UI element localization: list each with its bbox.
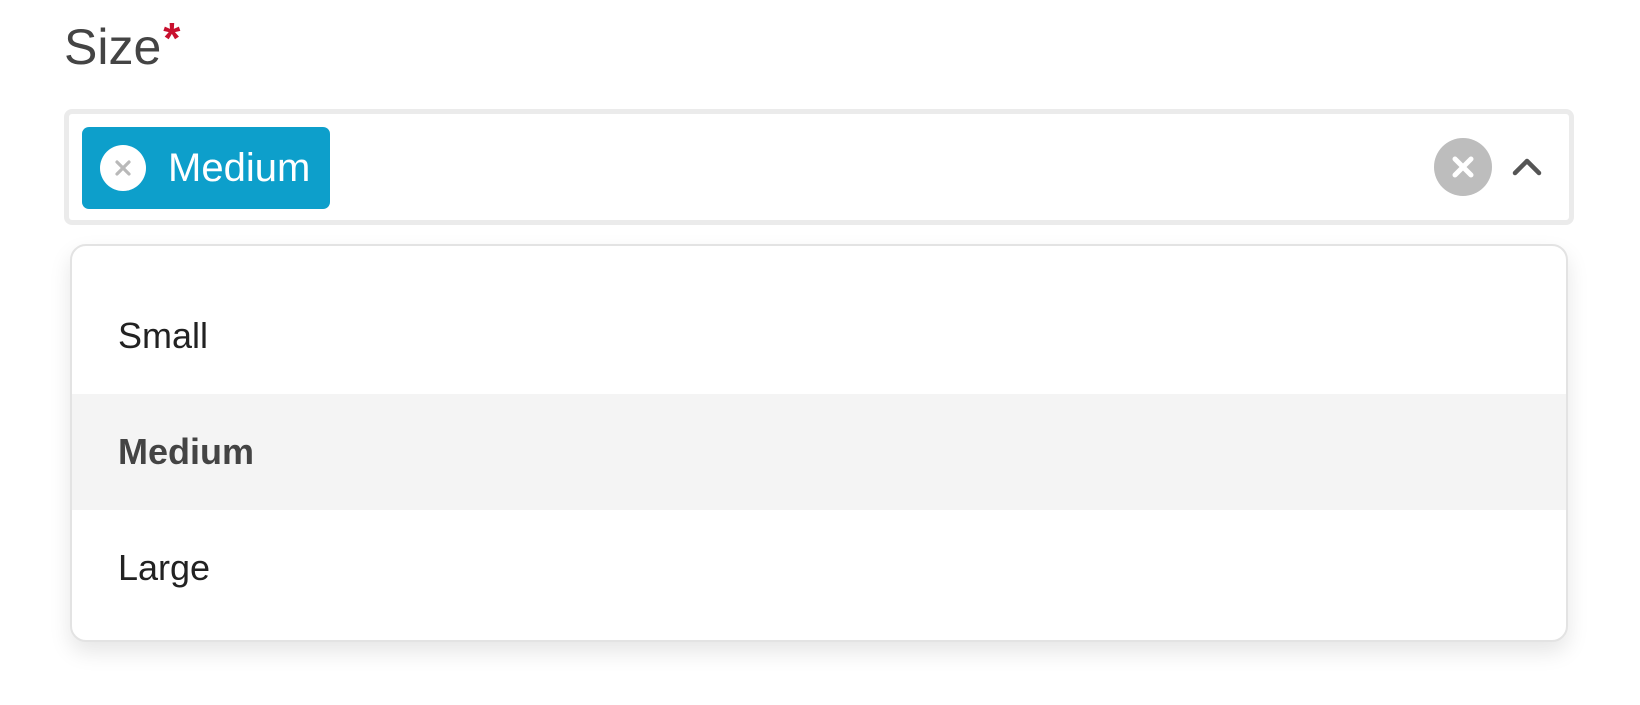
size-multiselect[interactable]: Medium xyxy=(64,109,1574,225)
required-marker: * xyxy=(163,14,181,63)
close-circle-icon[interactable] xyxy=(1434,138,1492,196)
chip-label: Medium xyxy=(168,145,311,190)
field-label: Size * xyxy=(64,14,1574,78)
chevron-up-icon[interactable] xyxy=(1509,150,1545,184)
size-field: Size * Medium xyxy=(64,14,1574,225)
option-large[interactable]: Large xyxy=(72,510,1566,626)
option-small[interactable]: Small xyxy=(72,278,1566,394)
selected-chip-medium: Medium xyxy=(82,127,331,209)
field-label-text: Size xyxy=(64,19,162,75)
close-icon[interactable] xyxy=(100,145,146,191)
option-medium[interactable]: Medium xyxy=(72,394,1566,510)
options-dropdown: Small Medium Large xyxy=(70,244,1568,642)
